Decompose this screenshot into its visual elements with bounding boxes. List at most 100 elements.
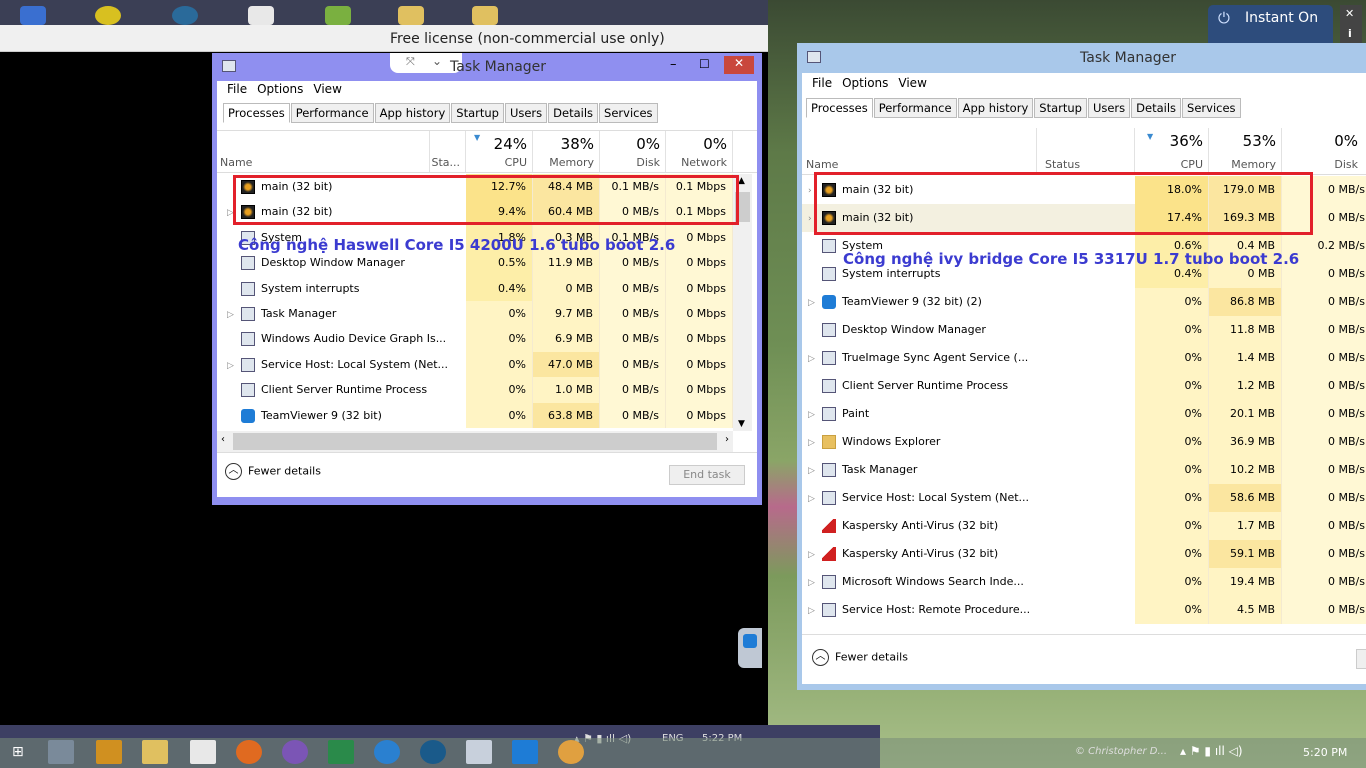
tab-details[interactable]: Details bbox=[1131, 98, 1182, 118]
desktop-icon[interactable] bbox=[325, 6, 351, 25]
table-row[interactable]: Client Server Runtime Process 0% 1.0 MB 0 M… bbox=[217, 377, 733, 403]
col-cpu[interactable]: ▼ 36% CPU bbox=[1135, 128, 1209, 174]
tab-users[interactable]: Users bbox=[1087, 98, 1131, 118]
expand-arrow-icon[interactable]: ▷ bbox=[808, 485, 822, 513]
expand-arrow-icon[interactable]: ▷ bbox=[808, 289, 822, 317]
tab-performance[interactable]: Performance bbox=[873, 98, 957, 118]
table-row[interactable]: TeamViewer 9 (32 bit) 0% 63.8 MB 0 MB/s 0 Mb… bbox=[217, 402, 733, 428]
menu-options[interactable]: Options bbox=[257, 82, 303, 96]
taskbar-app-icon[interactable] bbox=[328, 740, 354, 764]
title-bar[interactable]: Task Manager bbox=[797, 43, 1366, 71]
expand-arrow-icon[interactable]: ▷ bbox=[808, 429, 822, 457]
taskbar-viber-icon[interactable] bbox=[282, 740, 308, 764]
col-disk[interactable]: 0% Disk bbox=[1282, 128, 1363, 174]
table-row[interactable]: ▷ Service Host: Local System (Net... 0% 47.… bbox=[217, 351, 733, 379]
col-status[interactable]: Sta... bbox=[430, 131, 466, 172]
fewer-details-button[interactable]: ︿ Fewer details bbox=[812, 649, 908, 666]
desktop-icon[interactable] bbox=[248, 6, 274, 25]
col-network[interactable]: 0% Network bbox=[666, 131, 733, 172]
menu-options[interactable]: Options bbox=[842, 76, 888, 90]
col-name[interactable]: Name bbox=[217, 131, 430, 172]
expand-arrow-icon[interactable]: ▷ bbox=[227, 303, 241, 328]
tab-startup[interactable]: Startup bbox=[451, 103, 504, 123]
info-icon[interactable]: i bbox=[1348, 27, 1352, 40]
col-memory[interactable]: 53% Memory bbox=[1209, 128, 1282, 174]
tab-performance[interactable]: Performance bbox=[290, 103, 374, 123]
desktop-icon[interactable] bbox=[472, 6, 498, 25]
taskbar-teamviewer-icon[interactable] bbox=[512, 740, 538, 764]
tab-startup[interactable]: Startup bbox=[1034, 98, 1087, 118]
col-disk[interactable]: 0% Disk bbox=[600, 131, 666, 172]
table-row[interactable]: ▷ Paint 0% 20.1 MB 0 MB/s bbox=[802, 400, 1366, 428]
expand-arrow-icon[interactable]: ▷ bbox=[227, 354, 241, 379]
tab-users[interactable]: Users bbox=[504, 103, 548, 123]
expand-arrow-icon[interactable]: ▷ bbox=[808, 401, 822, 429]
col-name[interactable]: Name bbox=[802, 128, 1037, 174]
tab-processes[interactable]: Processes bbox=[806, 98, 873, 118]
fewer-details-button[interactable]: ︿ Fewer details bbox=[225, 463, 321, 480]
table-row[interactable]: System interrupts 0.4% 0 MB 0 MB/s 0 Mbps bbox=[217, 275, 733, 301]
table-row[interactable]: ▷ TeamViewer 9 (32 bit) (2) 0% 86.8 MB 0 MB/… bbox=[802, 288, 1366, 316]
tab-services[interactable]: Services bbox=[1182, 98, 1241, 118]
desktop-icon[interactable] bbox=[172, 6, 198, 25]
tab-processes[interactable]: Processes bbox=[223, 103, 290, 123]
col-cpu[interactable]: ▼ 24% CPU bbox=[466, 131, 533, 172]
table-row[interactable]: ▷ Service Host: Local System (Net... 0% 58.… bbox=[802, 484, 1366, 512]
teamviewer-side-tab[interactable] bbox=[738, 628, 762, 668]
expand-arrow-icon[interactable]: ▷ bbox=[808, 457, 822, 485]
tab-app-history[interactable]: App history bbox=[957, 98, 1034, 118]
col-status[interactable]: Status bbox=[1037, 128, 1135, 174]
col-memory[interactable]: 38% Memory bbox=[533, 131, 600, 172]
taskbar-explorer-icon[interactable] bbox=[142, 740, 168, 764]
tray-icons[interactable]: ▴ ⚑ ▮ ıll ◁) bbox=[1180, 744, 1243, 758]
taskbar-app-icon[interactable] bbox=[420, 740, 446, 764]
taskbar-desktop-icon[interactable] bbox=[48, 740, 74, 764]
clock[interactable]: 5:20 PM bbox=[1303, 746, 1347, 759]
table-row[interactable]: ▷ Kaspersky Anti-Virus (32 bit) 0% 59.1 MB 0… bbox=[802, 540, 1366, 568]
table-row[interactable]: ▷ Windows Explorer 0% 36.9 MB 0 MB/s bbox=[802, 428, 1366, 456]
end-task-button[interactable] bbox=[1356, 649, 1366, 669]
tab-services[interactable]: Services bbox=[599, 103, 658, 123]
table-row[interactable]: Kaspersky Anti-Virus (32 bit) 0% 1.7 MB 0 M… bbox=[802, 512, 1366, 540]
desktop-icon[interactable] bbox=[398, 6, 424, 25]
close-icon[interactable]: ✕ bbox=[1345, 7, 1354, 20]
menu-file[interactable]: File bbox=[812, 76, 832, 90]
horizontal-scrollbar[interactable]: ‹ › bbox=[217, 431, 733, 452]
tab-details[interactable]: Details bbox=[548, 103, 599, 123]
taskbar-paint-icon[interactable] bbox=[558, 740, 584, 764]
scroll-right-icon[interactable]: › bbox=[725, 434, 729, 445]
tab-app-history[interactable]: App history bbox=[374, 103, 451, 123]
table-row[interactable]: ▷ Task Manager 0% 9.7 MB 0 MB/s 0 Mbps bbox=[217, 301, 733, 328]
table-row[interactable]: Desktop Window Manager 0% 11.8 MB 0 MB/s bbox=[802, 316, 1366, 344]
maximize-button[interactable]: ☐ bbox=[699, 57, 710, 71]
end-task-button[interactable]: End task bbox=[669, 465, 745, 485]
desktop-icon[interactable] bbox=[20, 6, 46, 25]
scroll-left-icon[interactable]: ‹ bbox=[221, 434, 225, 445]
close-button[interactable]: ✕ bbox=[724, 56, 754, 74]
minimize-button[interactable]: – bbox=[670, 57, 677, 72]
table-row[interactable]: ▷ Service Host: Remote Procedure... 0% 4.5 … bbox=[802, 596, 1366, 624]
table-row[interactable]: Client Server Runtime Process 0% 1.2 MB 0 M… bbox=[802, 372, 1366, 400]
title-bar[interactable]: ⤧ ⌄ Task Manager – ☐ ✕ bbox=[212, 53, 762, 81]
expand-arrow-icon[interactable]: ▷ bbox=[808, 569, 822, 597]
expand-arrow-icon[interactable]: ▷ bbox=[808, 541, 822, 569]
hscroll-thumb[interactable] bbox=[233, 433, 717, 450]
taskbar-firefox-icon[interactable] bbox=[236, 740, 262, 764]
menu-file[interactable]: File bbox=[227, 82, 247, 96]
fullscreen-icon[interactable]: ⤧ bbox=[406, 55, 415, 69]
taskbar-app-icon[interactable] bbox=[190, 740, 216, 764]
taskbar-task-manager-icon[interactable] bbox=[466, 740, 492, 764]
table-row[interactable]: ▷ Task Manager 0% 10.2 MB 0 MB/s bbox=[802, 456, 1366, 484]
table-row[interactable]: Windows Audio Device Graph Is... 0% 6.9 MB… bbox=[217, 326, 733, 352]
scroll-down-icon[interactable]: ▼ bbox=[738, 419, 745, 429]
chevron-down-icon[interactable]: ⌄ bbox=[432, 54, 442, 68]
expand-arrow-icon[interactable]: ▷ bbox=[808, 345, 822, 373]
taskbar-ie-icon[interactable] bbox=[374, 740, 400, 764]
expand-arrow-icon[interactable]: ▷ bbox=[808, 597, 822, 625]
instant-on-widget[interactable]: ⏻ Instant On bbox=[1208, 5, 1333, 43]
menu-view[interactable]: View bbox=[898, 76, 926, 90]
menu-view[interactable]: View bbox=[313, 82, 341, 96]
taskbar-main-app-icon[interactable] bbox=[96, 740, 122, 764]
table-row[interactable]: ▷ Microsoft Windows Search Inde... 0% 19.4 … bbox=[802, 568, 1366, 596]
desktop-icon[interactable] bbox=[95, 6, 121, 25]
